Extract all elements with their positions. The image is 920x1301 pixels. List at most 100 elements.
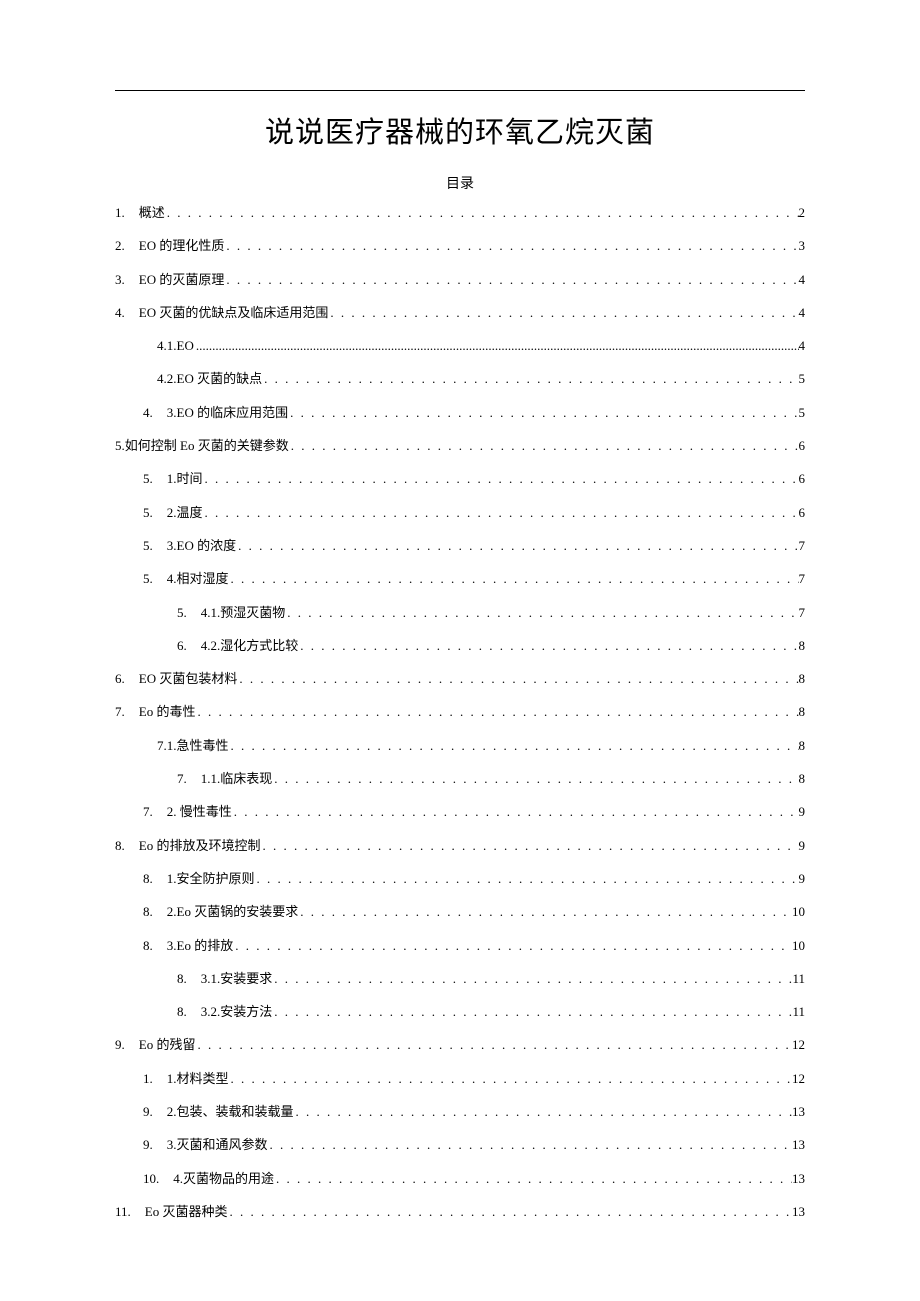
- toc-entry-page: 7: [799, 569, 806, 590]
- toc-entry-text: Eo 的残留: [139, 1035, 196, 1056]
- toc-entry-number: 11.: [115, 1202, 145, 1223]
- toc-entry-text: 4.2.湿化方式比较: [201, 636, 299, 657]
- toc-leader-dots: [195, 1035, 792, 1056]
- toc-leader-dots: [229, 736, 799, 757]
- toc-entry-page: 5: [799, 403, 806, 424]
- toc-entry-text: 3.EO 的临床应用范围: [167, 403, 288, 424]
- toc-leader-dots: [298, 902, 792, 923]
- toc-entry[interactable]: 9.2.包装、装载和装载量13: [115, 1102, 805, 1123]
- toc-entry-number: 5.: [143, 569, 167, 590]
- toc-entry[interactable]: 5.如何控制 Eo 灭菌的关键参数6: [115, 436, 805, 457]
- toc-entry-number: 8.: [115, 836, 139, 857]
- toc-entry-page: 7: [799, 603, 806, 624]
- toc-leader-dots: [227, 1202, 792, 1223]
- toc-entry-number: 8.: [177, 1002, 201, 1023]
- toc-entry-text: 2.包装、装载和装载量: [167, 1102, 294, 1123]
- toc-entry-page: 11: [792, 969, 805, 990]
- toc-entry-text: 3.1.安装要求: [201, 969, 273, 990]
- toc-entry-page: 3: [799, 236, 806, 257]
- toc-entry[interactable]: 4.EO 灭菌的优缺点及临床适用范围4: [115, 303, 805, 324]
- toc-entry[interactable]: 6.EO 灭菌包装材料8: [115, 669, 805, 690]
- toc-entry[interactable]: 7.1.急性毒性8: [115, 736, 805, 757]
- toc-entry-number: 1.: [143, 1069, 167, 1090]
- toc-leader-dots: [255, 869, 799, 890]
- toc-entry-page: 4: [799, 270, 806, 291]
- toc-entry-text: 4.1.预湿灭菌物: [201, 603, 286, 624]
- toc-entry-page: 10: [792, 902, 805, 923]
- toc-entry[interactable]: 11.Eo 灭菌器种类13: [115, 1202, 805, 1223]
- toc-entry[interactable]: 1.概述2: [115, 203, 805, 224]
- toc-entry[interactable]: 8.2.Eo 灭菌锅的安装要求 10: [115, 902, 805, 923]
- toc-heading: 目录: [115, 173, 805, 193]
- toc-entry-text: 1.材料类型: [167, 1069, 229, 1090]
- toc-entry-number: 5.: [143, 469, 167, 490]
- toc-entry-text: 4.2.EO 灭菌的缺点: [157, 369, 262, 390]
- toc-entry[interactable]: 8.3.1.安装要求 11: [115, 969, 805, 990]
- toc-entry[interactable]: 6.4.2.湿化方式比较8: [115, 636, 805, 657]
- toc-entry[interactable]: 1.1.材料类型12: [115, 1069, 805, 1090]
- toc-entry-text: EO 的理化性质: [139, 236, 225, 257]
- toc-entry[interactable]: 8.1.安全防护原则9: [115, 869, 805, 890]
- toc-entry[interactable]: 5.3.EO 的浓度7: [115, 536, 805, 557]
- toc-entry-text: 1.时间: [167, 469, 203, 490]
- toc-leader-dots: [236, 536, 798, 557]
- toc-entry[interactable]: 4.1.EO4: [115, 336, 805, 357]
- toc-entry[interactable]: 7.Eo 的毒性8: [115, 702, 805, 723]
- toc-entry[interactable]: 5.2.温度6: [115, 503, 805, 524]
- toc-leader-dots: [272, 969, 792, 990]
- toc-entry[interactable]: 8.3.2.安装方法11: [115, 1002, 805, 1023]
- toc-entry[interactable]: 4.2.EO 灭菌的缺点 5: [115, 369, 805, 390]
- toc-leader-dots: [328, 303, 798, 324]
- toc-entry-text: 7.1.急性毒性: [157, 736, 229, 757]
- toc-leader-dots: [232, 802, 799, 823]
- toc-leader-dots: [274, 1169, 792, 1190]
- toc-entry[interactable]: 7.2. 慢性毒性9: [115, 802, 805, 823]
- toc-entry-text: 2. 慢性毒性: [167, 802, 232, 823]
- toc-leader-dots: [237, 669, 798, 690]
- toc-entry-number: 9.: [143, 1135, 167, 1156]
- toc-entry-number: 9.: [115, 1035, 139, 1056]
- toc-entry-page: 8: [799, 769, 806, 790]
- toc-leader-dots: [233, 936, 792, 957]
- toc-entry-text: 概述: [139, 203, 165, 224]
- toc-entry-page: 7: [799, 536, 806, 557]
- toc-entry-text: 1.安全防护原则: [167, 869, 255, 890]
- toc-leader-dots: [224, 270, 798, 291]
- toc-entry[interactable]: 10.4.灭菌物品的用途13: [115, 1169, 805, 1190]
- toc-entry-text: 2.Eo 灭菌锅的安装要求: [167, 902, 298, 923]
- toc-entry[interactable]: 8.Eo 的排放及环境控制9: [115, 836, 805, 857]
- toc-entry[interactable]: 9.3.灭菌和通风参数13: [115, 1135, 805, 1156]
- toc-entry-text: Eo 灭菌器种类: [145, 1202, 228, 1223]
- toc-entry-number: 5.: [143, 503, 167, 524]
- toc-entry-text: EO 灭菌包装材料: [139, 669, 238, 690]
- toc-entry-text: 3.2.安装方法: [201, 1002, 273, 1023]
- toc-entry[interactable]: 8.3.Eo 的排放10: [115, 936, 805, 957]
- toc-entry-number: 10.: [143, 1169, 173, 1190]
- toc-entry-text: 2.温度: [167, 503, 203, 524]
- toc-entry-text: Eo 的毒性: [139, 702, 196, 723]
- toc-leader-dots: [298, 636, 798, 657]
- toc-entry[interactable]: 2.EO 的理化性质3: [115, 236, 805, 257]
- toc-entry[interactable]: 5.4.1.预湿灭菌物7: [115, 603, 805, 624]
- toc-entry[interactable]: 5.1.时间6: [115, 469, 805, 490]
- toc-entry-page: 5: [799, 369, 806, 390]
- toc-entry[interactable]: 9.Eo 的残留12: [115, 1035, 805, 1056]
- toc-entry-page: 9: [799, 869, 806, 890]
- toc-leader-dots: [165, 203, 799, 224]
- toc-leader-dots: [268, 1135, 792, 1156]
- toc-entry-number: 4.: [143, 403, 167, 424]
- toc-entry-page: 13: [792, 1135, 805, 1156]
- toc-leader-dots: [294, 1102, 792, 1123]
- toc-entry-text: EO 灭菌的优缺点及临床适用范围: [139, 303, 329, 324]
- toc-entry-number: 8.: [177, 969, 201, 990]
- toc-entry[interactable]: 4.3.EO 的临床应用范围 5: [115, 403, 805, 424]
- toc-entry-page: 9: [799, 802, 806, 823]
- toc-leader-dots: [203, 503, 799, 524]
- toc-entry[interactable]: 3.EO 的灭菌原理4: [115, 270, 805, 291]
- toc-entry[interactable]: 5.4.相对湿度7: [115, 569, 805, 590]
- toc-entry-number: 8.: [143, 902, 167, 923]
- toc-entry[interactable]: 7.1.1.临床表现8: [115, 769, 805, 790]
- toc-entry-page: 8: [799, 702, 806, 723]
- toc-leader-dots: [229, 1069, 792, 1090]
- toc-entry-page: 10: [792, 936, 805, 957]
